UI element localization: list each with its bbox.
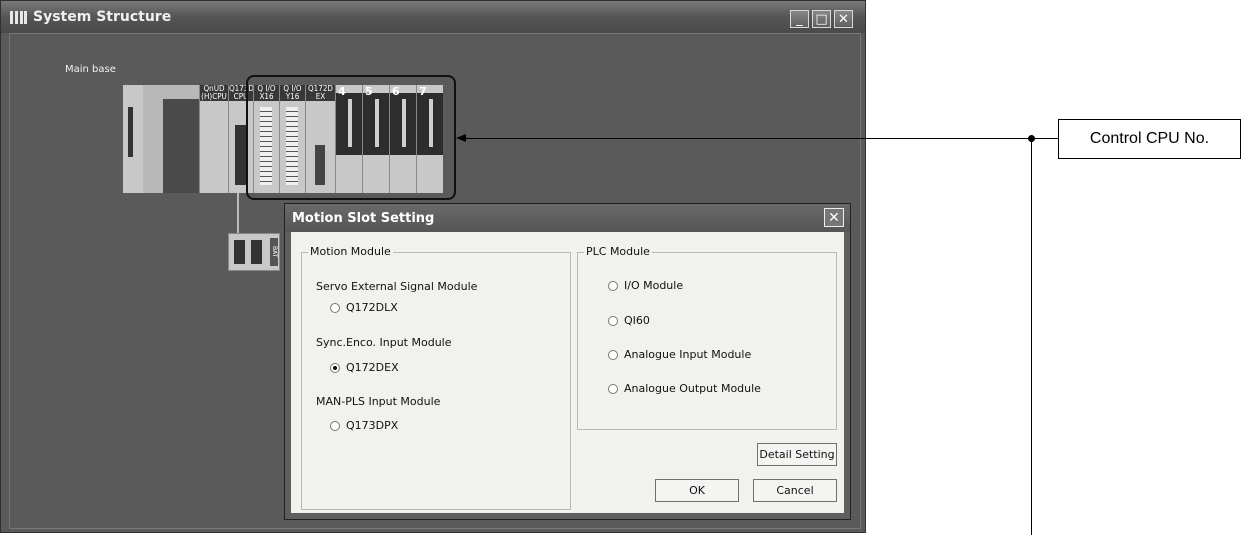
cpu-unit-graphic: [143, 85, 199, 193]
radio-qi60[interactable]: QI60: [608, 314, 650, 327]
motion-module-group: Motion Module Servo External Signal Modu…: [301, 245, 571, 510]
main-base-label: Main base: [65, 64, 116, 75]
callout-vertical-line: [1031, 138, 1032, 535]
power-supply-module[interactable]: [123, 85, 144, 193]
dialog-title: Motion Slot Setting: [292, 211, 435, 226]
dialog-close-button[interactable]: ✕: [824, 208, 844, 227]
radio-circle[interactable]: [608, 349, 618, 360]
detail-setting-button[interactable]: Detail Setting: [757, 443, 837, 466]
maximize-button[interactable]: □: [812, 10, 831, 28]
radio-circle[interactable]: [330, 302, 340, 313]
battery-cable: [237, 193, 239, 233]
sync-enco-label: Sync.Enco. Input Module: [316, 336, 452, 349]
plc-module-group: PLC Module I/O Module QI60 Analogue Inpu…: [577, 245, 837, 430]
module-qnud-cpu[interactable]: QnUD (H)CPU: [199, 85, 228, 193]
battery-unit[interactable]: BAT: [228, 233, 280, 271]
radio-analogue-output[interactable]: Analogue Output Module: [608, 382, 761, 395]
cancel-button[interactable]: Cancel: [753, 479, 837, 502]
radio-analogue-input[interactable]: Analogue Input Module: [608, 348, 751, 361]
motion-slot-setting-dialog: Motion Slot Setting ✕ Motion Module Serv…: [284, 203, 851, 520]
minimize-button[interactable]: _: [790, 10, 809, 28]
man-pls-label: MAN-PLS Input Module: [316, 395, 441, 408]
radio-circle[interactable]: [330, 420, 340, 431]
app-icon: [10, 11, 28, 24]
callout-leader-line: [460, 138, 1058, 139]
close-button[interactable]: ✕: [834, 10, 853, 28]
ok-button[interactable]: OK: [655, 479, 739, 502]
radio-circle[interactable]: [608, 383, 618, 394]
dialog-body: Motion Module Servo External Signal Modu…: [291, 232, 844, 513]
radio-circle[interactable]: [608, 280, 618, 291]
radio-circle[interactable]: [608, 315, 618, 326]
radio-io-module[interactable]: I/O Module: [608, 279, 683, 292]
dialog-titlebar[interactable]: Motion Slot Setting ✕: [285, 204, 850, 232]
window-title: System Structure: [33, 9, 172, 25]
radio-q173dpx[interactable]: Q173DPX: [330, 419, 398, 432]
callout-arrow-icon: [456, 134, 466, 142]
radio-circle-selected[interactable]: [330, 362, 340, 373]
motion-module-title: Motion Module: [308, 245, 393, 258]
radio-q172dlx[interactable]: Q172DLX: [330, 301, 398, 314]
window-titlebar[interactable]: System Structure _ □ ✕: [1, 1, 865, 33]
rack-selection-highlight: [246, 75, 456, 200]
radio-q172dex[interactable]: Q172DEX: [330, 361, 399, 374]
plc-module-title: PLC Module: [584, 245, 652, 258]
callout-control-cpu-no: Control CPU No.: [1058, 119, 1241, 159]
servo-external-label: Servo External Signal Module: [316, 280, 478, 293]
